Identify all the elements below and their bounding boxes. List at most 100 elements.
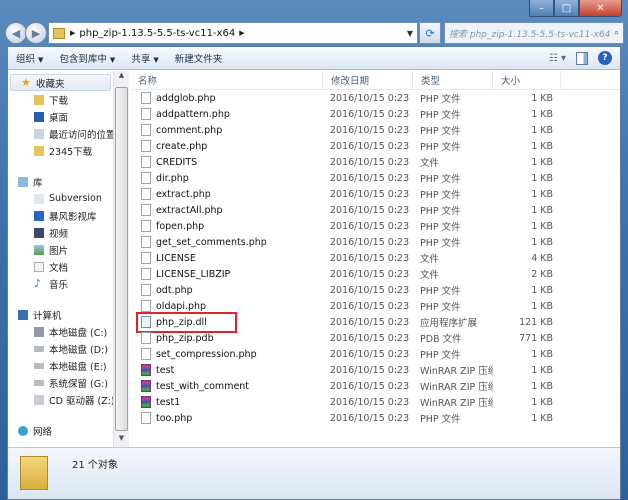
file-name: fopen.php <box>156 220 205 232</box>
nav-item-drive-z[interactable]: CD 驱动器 (Z:) <box>8 391 113 408</box>
breadcrumb-chevron-icon[interactable]: ▶ <box>239 29 244 37</box>
scroll-up-icon[interactable]: ▲ <box>114 71 129 85</box>
name-cell: test1 <box>130 396 323 408</box>
navigation-scrollbar[interactable]: ▲ ▼ <box>113 71 129 448</box>
column-date[interactable]: 修改日期 <box>323 71 413 89</box>
nav-item-recent[interactable]: 最近访问的位置 <box>8 125 113 142</box>
file-row[interactable]: LICENSE 2016/10/15 0:23 文件 4 KB <box>130 250 620 266</box>
nav-label: 最近访问的位置 <box>49 129 113 141</box>
file-name: too.php <box>156 412 193 424</box>
nav-item-2345-downloads[interactable]: 2345下载 <box>8 142 113 159</box>
view-options-icon[interactable]: ☷ ▾ <box>549 53 566 64</box>
nav-favorites[interactable]: ★ 收藏夹 <box>10 74 111 91</box>
nav-item-subversion[interactable]: Subversion <box>8 190 113 207</box>
share-button[interactable]: 共享 ▼ <box>123 51 166 65</box>
size-cell: 1 KB <box>531 108 553 120</box>
file-row[interactable]: comment.php 2016/10/15 0:23 PHP 文件 1 KB <box>130 122 620 138</box>
file-icon <box>141 412 151 424</box>
file-row[interactable]: fopen.php 2016/10/15 0:23 PHP 文件 1 KB <box>130 218 620 234</box>
file-row[interactable]: too.php 2016/10/15 0:23 PHP 文件 1 KB <box>130 410 620 426</box>
column-size[interactable]: 大小 <box>493 71 561 89</box>
file-row[interactable]: LICENSE_LIBZIP 2016/10/15 0:23 文件 2 KB <box>130 266 620 282</box>
column-name[interactable]: 名称 <box>130 71 323 89</box>
nav-label: 收藏夹 <box>36 78 65 90</box>
include-library-label: 包含到库中 <box>59 54 107 65</box>
type-cell: PHP 文件 <box>420 238 461 249</box>
close-button[interactable]: ✕ <box>579 0 622 17</box>
file-row[interactable]: extract.php 2016/10/15 0:23 PHP 文件 1 KB <box>130 186 620 202</box>
file-icon <box>141 268 151 280</box>
type-cell: PHP 文件 <box>420 190 461 201</box>
file-list: 名称 修改日期 类型 大小 addglob.php 2016/10/15 0:2… <box>130 71 620 448</box>
nav-label: 下载 <box>49 95 69 107</box>
back-button[interactable]: ◀ <box>5 22 27 44</box>
size-cell: 1 KB <box>531 188 553 200</box>
file-row[interactable]: dir.php 2016/10/15 0:23 PHP 文件 1 KB <box>130 170 620 186</box>
name-cell: LICENSE_LIBZIP <box>130 268 323 280</box>
address-bar[interactable]: ▶ php_zip-1.13.5-5.5-ts-vc11-x64 ▶ ▼ <box>48 22 418 44</box>
file-row[interactable]: php_zip.pdb 2016/10/15 0:23 PDB 文件 771 K… <box>130 330 620 346</box>
minimize-button[interactable]: – <box>529 0 554 17</box>
search-input[interactable]: 搜索 php_zip-1.13.5-5.5-ts-vc11-x64 ⌕ <box>444 22 624 44</box>
size-cell: 1 KB <box>531 380 553 392</box>
file-row[interactable]: set_compression.php 2016/10/15 0:23 PHP … <box>130 346 620 362</box>
file-row[interactable]: oldapi.php 2016/10/15 0:23 PHP 文件 1 KB <box>130 298 620 314</box>
date-cell: 2016/10/15 0:23 <box>330 140 410 152</box>
forward-button[interactable]: ▶ <box>25 22 47 44</box>
file-row[interactable]: extractAll.php 2016/10/15 0:23 PHP 文件 1 … <box>130 202 620 218</box>
scrollbar-thumb[interactable] <box>115 87 128 431</box>
nav-item-baofeng[interactable]: 暴风影视库 <box>8 207 113 224</box>
breadcrumb-chevron-icon[interactable]: ▶ <box>70 29 75 37</box>
nav-item-drive-c[interactable]: 本地磁盘 (C:) <box>8 323 113 340</box>
nav-item-music[interactable]: ♪ 音乐 <box>8 275 113 292</box>
breadcrumb-current[interactable]: php_zip-1.13.5-5.5-ts-vc11-x64 <box>79 28 235 39</box>
nav-item-pictures[interactable]: 图片 <box>8 241 113 258</box>
help-icon[interactable]: ? <box>598 51 612 65</box>
file-row[interactable]: test_with_comment 2016/10/15 0:23 WinRAR… <box>130 378 620 394</box>
nav-label: Subversion <box>49 193 102 204</box>
name-cell: oldapi.php <box>130 300 323 312</box>
file-name: set_compression.php <box>156 348 257 360</box>
preview-pane-icon[interactable] <box>576 51 588 65</box>
nav-label: 本地磁盘 (E:) <box>49 361 107 373</box>
file-row[interactable]: test1 2016/10/15 0:23 WinRAR ZIP 压缩... 1… <box>130 394 620 410</box>
nav-item-desktop[interactable]: 桌面 <box>8 108 113 125</box>
nav-item-downloads[interactable]: 下载 <box>8 91 113 108</box>
address-dropdown-icon[interactable]: ▼ <box>407 29 413 38</box>
date-cell: 2016/10/15 0:23 <box>330 252 410 264</box>
file-row[interactable]: get_set_comments.php 2016/10/15 0:23 PHP… <box>130 234 620 250</box>
type-cell: 应用程序扩展 <box>420 318 478 329</box>
file-row[interactable]: create.php 2016/10/15 0:23 PHP 文件 1 KB <box>130 138 620 154</box>
file-name: dir.php <box>156 172 189 184</box>
organize-button[interactable]: 组织 ▼ <box>8 51 51 65</box>
type-cell: PHP 文件 <box>420 222 461 233</box>
nav-computer[interactable]: 计算机 <box>8 306 113 323</box>
file-row[interactable]: addpattern.php 2016/10/15 0:23 PHP 文件 1 … <box>130 106 620 122</box>
file-row[interactable]: odt.php 2016/10/15 0:23 PHP 文件 1 KB <box>130 282 620 298</box>
name-cell: test_with_comment <box>130 380 323 392</box>
nav-item-drive-d[interactable]: 本地磁盘 (D:) <box>8 340 113 357</box>
nav-item-documents[interactable]: 文档 <box>8 258 113 275</box>
nav-item-drive-g[interactable]: 系统保留 (G:) <box>8 374 113 391</box>
file-row[interactable]: test 2016/10/15 0:23 WinRAR ZIP 压缩... 1 … <box>130 362 620 378</box>
new-folder-button[interactable]: 新建文件夹 <box>167 51 231 65</box>
maximize-button[interactable]: □ <box>554 0 579 17</box>
scroll-down-icon[interactable]: ▼ <box>114 434 129 448</box>
nav-item-drive-e[interactable]: 本地磁盘 (E:) <box>8 357 113 374</box>
file-icon <box>141 348 151 360</box>
size-cell: 1 KB <box>531 348 553 360</box>
cd-drive-icon <box>34 394 44 405</box>
file-row[interactable]: CREDITS 2016/10/15 0:23 文件 1 KB <box>130 154 620 170</box>
nav-libraries[interactable]: 库 <box>8 173 113 190</box>
file-name: test <box>156 364 175 376</box>
date-cell: 2016/10/15 0:23 <box>330 204 410 216</box>
file-row[interactable]: addglob.php 2016/10/15 0:23 PHP 文件 1 KB <box>130 90 620 106</box>
nav-item-videos[interactable]: 视频 <box>8 224 113 241</box>
search-icon[interactable]: ⌕ <box>614 28 619 38</box>
file-row[interactable]: php_zip.dll 2016/10/15 0:23 应用程序扩展 121 K… <box>130 311 620 333</box>
include-library-button[interactable]: 包含到库中 ▼ <box>51 51 123 65</box>
column-type[interactable]: 类型 <box>413 71 493 89</box>
star-icon: ★ <box>21 75 31 89</box>
refresh-button[interactable]: ⟳ <box>419 22 441 44</box>
nav-network[interactable]: 网络 <box>8 422 113 439</box>
